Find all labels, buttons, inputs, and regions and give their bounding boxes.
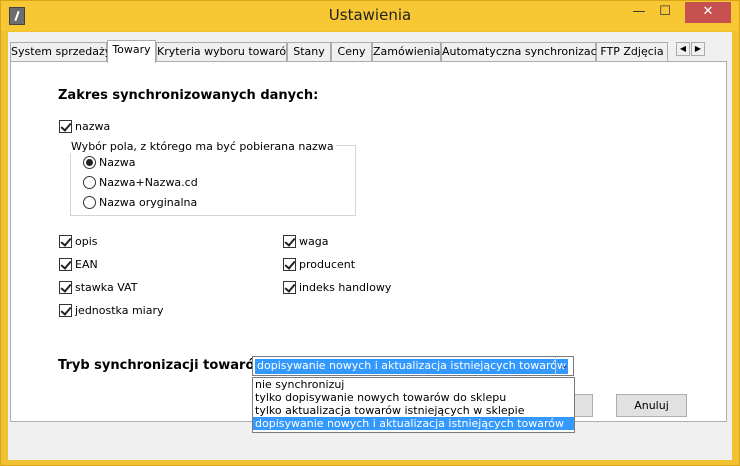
radio-label: Nazwa oryginalna xyxy=(99,195,198,209)
minimize-button[interactable]: — xyxy=(626,2,652,23)
radio-icon xyxy=(83,195,96,209)
opis-checkbox[interactable]: opis xyxy=(59,233,98,249)
dropdown-option[interactable]: tylko dopisywanie nowych towarów do skle… xyxy=(253,391,574,404)
close-button[interactable]: ✕ xyxy=(685,2,731,23)
checkmark-icon xyxy=(283,280,296,294)
maximize-button[interactable]: ☐ xyxy=(652,2,678,23)
tab-towary[interactable]: Towary xyxy=(107,40,156,63)
checkmark-icon xyxy=(59,119,72,133)
dropdown-option[interactable]: nie synchronizuj xyxy=(253,378,574,391)
sync-mode-dropdown-list: nie synchronizuj tylko dopisywanie nowyc… xyxy=(252,377,575,433)
checkbox-label: producent xyxy=(299,257,356,271)
radio-icon xyxy=(83,175,96,189)
waga-checkbox[interactable]: waga xyxy=(283,233,328,249)
checkbox-label: opis xyxy=(75,234,98,248)
indeks-handlowy-checkbox[interactable]: indeks handlowy xyxy=(283,279,391,295)
radio-label: Nazwa+Nazwa.cd xyxy=(99,175,198,189)
sync-mode-selected-value: dopisywanie nowych i aktualizacja istnie… xyxy=(255,359,568,374)
nazwa-checkbox[interactable]: nazwa xyxy=(59,118,110,134)
tab-scroll-right-button[interactable]: ▶ xyxy=(691,42,705,56)
checkbox-label: nazwa xyxy=(75,119,111,133)
settings-window: Ustawienia — ☐ ✕ System sprzedaży Towary… xyxy=(0,0,740,466)
radio-nazwa[interactable]: Nazwa xyxy=(83,154,135,170)
jednostka-miary-checkbox[interactable]: jednostka miary xyxy=(59,302,164,318)
tab-automatyczna-synchronizacja[interactable]: Automatyczna synchronizacja xyxy=(441,42,606,62)
radio-nazwa-nazwa-cd[interactable]: Nazwa+Nazwa.cd xyxy=(83,174,198,190)
title-bar[interactable]: Ustawienia — ☐ ✕ xyxy=(1,1,739,31)
producent-checkbox[interactable]: producent xyxy=(283,256,355,272)
section-title: Zakres synchronizowanych danych: xyxy=(58,88,319,103)
chevron-down-icon[interactable]: ⌄ xyxy=(555,357,573,375)
dropdown-option-selected[interactable]: dopisywanie nowych i aktualizacja istnie… xyxy=(253,417,574,430)
checkbox-label: EAN xyxy=(75,257,98,271)
checkmark-icon xyxy=(59,234,72,248)
checkbox-label: jednostka miary xyxy=(75,303,164,317)
tab-ceny[interactable]: Ceny xyxy=(331,42,372,62)
tab-scroll-left-button[interactable]: ◀ xyxy=(676,42,690,56)
dialog-client-area: System sprzedaży Towary Kryteria wyboru … xyxy=(8,32,732,460)
tab-system-sprzedazy[interactable]: System sprzedaży xyxy=(10,42,111,62)
checkmark-icon xyxy=(283,234,296,248)
sync-mode-combobox[interactable]: dopisywanie nowych i aktualizacja istnie… xyxy=(252,356,574,376)
tab-kryteria-wyboru[interactable]: Kryteria wyboru towarów xyxy=(156,42,295,62)
tab-zamowienia[interactable]: Zamówienia xyxy=(372,42,441,62)
radio-label: Nazwa xyxy=(99,155,136,169)
checkmark-icon xyxy=(59,280,72,294)
sync-mode-label: Tryb synchronizacji towarów: xyxy=(58,358,272,373)
checkbox-label: indeks handlowy xyxy=(299,280,392,294)
checkbox-label: stawka VAT xyxy=(75,280,138,294)
checkmark-icon xyxy=(59,257,72,271)
tab-strip: System sprzedaży Towary Kryteria wyboru … xyxy=(10,40,730,63)
dropdown-option[interactable]: tylko aktualizacja towarów istniejących … xyxy=(253,404,574,417)
stawka-vat-checkbox[interactable]: stawka VAT xyxy=(59,279,137,295)
tab-ftp-zdjecia[interactable]: FTP Zdjęcia xyxy=(596,42,668,62)
checkmark-icon xyxy=(283,257,296,271)
radio-selected-icon xyxy=(83,155,96,169)
checkmark-icon xyxy=(59,303,72,317)
cancel-button[interactable]: Anuluj xyxy=(616,394,687,417)
checkbox-label: waga xyxy=(299,234,329,248)
name-source-group-legend: Wybór pola, z którego ma być pobierana n… xyxy=(69,140,336,153)
radio-nazwa-oryginalna[interactable]: Nazwa oryginalna xyxy=(83,194,197,210)
ean-checkbox[interactable]: EAN xyxy=(59,256,98,272)
tab-stany[interactable]: Stany xyxy=(287,42,331,62)
